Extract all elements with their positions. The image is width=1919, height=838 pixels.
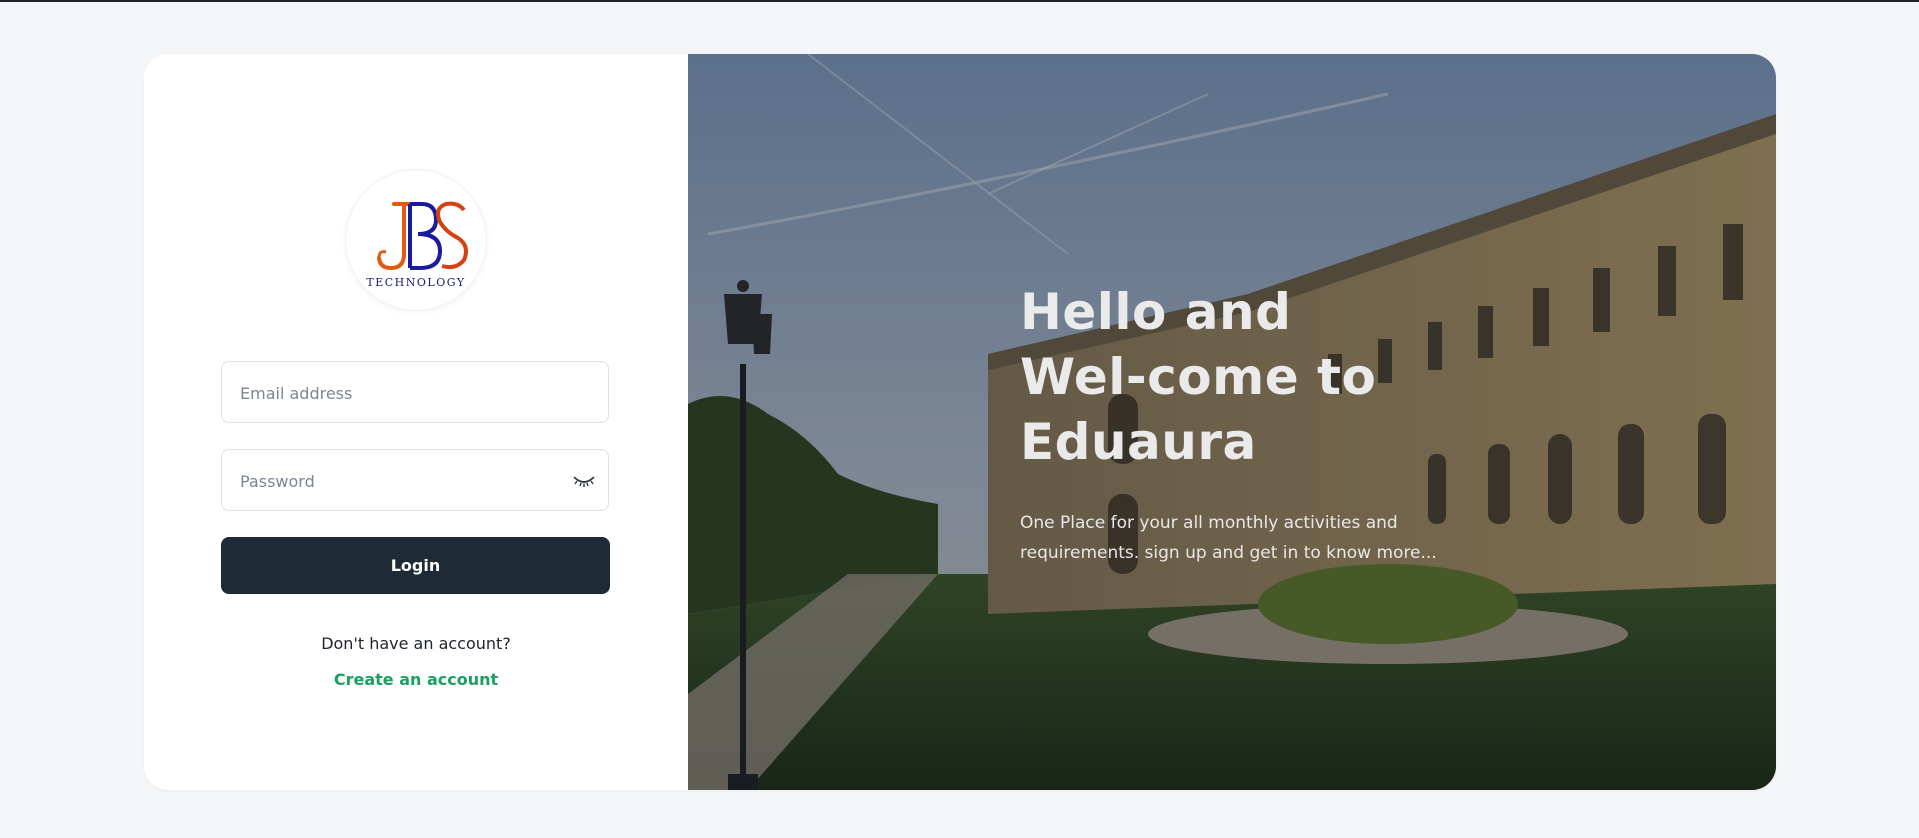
login-panel: TECHNOLOGY Login Don't have an account? … bbox=[144, 54, 688, 790]
company-logo: TECHNOLOGY bbox=[346, 170, 486, 310]
email-field[interactable] bbox=[221, 361, 609, 424]
email-input[interactable] bbox=[238, 362, 572, 424]
create-account-link[interactable]: Create an account bbox=[144, 670, 688, 689]
svg-text:TECHNOLOGY: TECHNOLOGY bbox=[366, 276, 465, 289]
login-card: TECHNOLOGY Login Don't have an account? … bbox=[144, 54, 1776, 790]
hero-subtitle: One Place for your all monthly activitie… bbox=[1020, 513, 1437, 563]
password-input[interactable] bbox=[238, 450, 572, 512]
hero-panel: Hello and Wel-come to Eduaura One Place … bbox=[688, 54, 1776, 790]
login-button[interactable]: Login bbox=[221, 537, 610, 594]
eye-closed-icon[interactable] bbox=[572, 472, 596, 488]
hero-title: Hello and Wel-come to Eduaura bbox=[1020, 283, 1377, 471]
password-field[interactable] bbox=[221, 449, 609, 512]
top-border bbox=[0, 0, 1919, 2]
no-account-text: Don't have an account? bbox=[321, 634, 511, 653]
